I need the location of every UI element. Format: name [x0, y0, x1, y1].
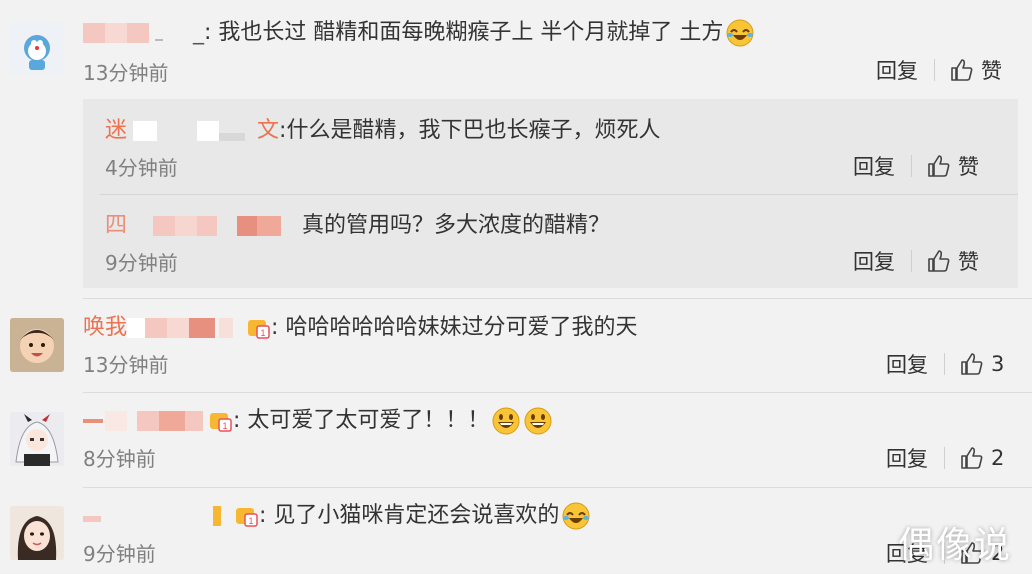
reply-content: 迷 文:什么是醋精，我下巴也长瘊子，烦死人	[105, 116, 660, 146]
reply-username[interactable]: 四	[105, 213, 127, 238]
laugh-cry-emoji-icon	[726, 19, 754, 47]
reply-text: 真的管用吗？多大浓度的醋精？	[302, 213, 611, 238]
reply-content: 四 真的管用吗？多大浓度的醋精？	[105, 211, 610, 241]
name-separator: :	[204, 20, 212, 45]
like-button[interactable]: 赞	[949, 55, 1002, 85]
reply-button[interactable]: 回复	[853, 246, 911, 276]
reply-divider	[100, 194, 1018, 195]
like-label: 赞	[958, 250, 979, 274]
comment-actions: 回复 3	[886, 349, 1004, 379]
like-label: 赞	[958, 155, 979, 179]
comment-item: _: 我也长过 醋精和面每晚糊瘊子上 半个月就掉了 土方 13分钟前 回复 赞	[0, 0, 1032, 99]
reply-button[interactable]: 回复	[853, 151, 911, 181]
username-mosaic[interactable]	[83, 21, 193, 45]
action-divider	[911, 250, 912, 272]
grin-emoji-icon	[492, 407, 520, 435]
reply-actions: 回复 赞	[853, 151, 979, 181]
username-mosaic	[127, 119, 257, 143]
reply-button[interactable]: 回复	[886, 349, 944, 379]
comment-content: 1: 太可爱了太可爱了！！！	[83, 406, 553, 436]
like-count: 3	[991, 352, 1005, 376]
svg-text:1: 1	[261, 328, 266, 338]
comment-text: 哈哈哈哈哈哈妹妹过分可爱了我的天	[285, 315, 638, 340]
username-mosaic	[127, 316, 245, 340]
grin-emoji-icon	[524, 407, 552, 435]
action-divider	[911, 155, 912, 177]
like-button[interactable]: 2	[959, 445, 1004, 471]
vip-badge-icon: 1	[245, 316, 271, 340]
comment-content: 1: 见了小猫咪肯定还会说喜欢的	[83, 501, 591, 531]
thumbs-up-icon	[928, 250, 950, 272]
comment-divider	[83, 298, 1032, 299]
comment-divider	[83, 392, 1032, 393]
avatar[interactable]	[10, 318, 64, 372]
comment-content: _: 我也长过 醋精和面每晚糊瘊子上 半个月就掉了 土方	[83, 18, 755, 48]
doraemon-avatar-icon	[10, 22, 64, 76]
comment-text: 我也长过 醋精和面每晚糊瘊子上 半个月就掉了 土方	[218, 20, 724, 45]
comment-actions: 回复 赞	[876, 55, 1002, 85]
svg-text:1: 1	[248, 516, 253, 526]
action-divider	[934, 59, 935, 81]
username-mosaic[interactable]	[83, 504, 233, 528]
reply-time: 4分钟前	[105, 156, 178, 180]
username-mosaic[interactable]	[83, 409, 207, 433]
reply-username[interactable]: 迷	[105, 118, 127, 143]
comment-time: 13分钟前	[83, 353, 169, 377]
comment-time: 13分钟前	[83, 61, 169, 85]
comment-text: 太可爱了太可爱了！！！	[247, 408, 490, 433]
username[interactable]: _	[193, 20, 204, 45]
comment-divider	[83, 487, 1032, 488]
comment-text: 见了小猫咪肯定还会说喜欢的	[273, 503, 560, 528]
username[interactable]: 唤我	[83, 315, 127, 340]
thumbs-up-icon	[961, 353, 983, 375]
vip-badge-icon: 1	[233, 504, 259, 528]
name-separator: :	[259, 503, 267, 528]
girl-avatar-icon	[10, 506, 64, 560]
username-mosaic	[127, 214, 302, 238]
thumbs-up-icon	[951, 59, 973, 81]
avatar[interactable]	[10, 412, 64, 466]
reply-text: 什么是醋精，我下巴也长瘊子，烦死人	[286, 118, 661, 143]
svg-text:1: 1	[222, 421, 227, 431]
thumbs-up-icon	[961, 447, 983, 469]
reply-username-tail[interactable]: 文	[257, 118, 279, 143]
reply-actions: 回复 赞	[853, 246, 979, 276]
like-button[interactable]: 3	[959, 351, 1004, 377]
anime-avatar-icon	[10, 412, 64, 466]
comment-actions: 回复 2	[886, 443, 1004, 473]
like-button[interactable]: 赞	[926, 151, 979, 181]
watermark: 偶像说	[897, 525, 1012, 566]
action-divider	[944, 447, 945, 469]
comment-content: 唤我 1: 哈哈哈哈哈哈妹妹过分可爱了我的天	[83, 313, 637, 343]
like-count: 2	[991, 446, 1005, 470]
laugh-cry-emoji-icon	[562, 502, 590, 530]
reply-time: 9分钟前	[105, 251, 178, 275]
name-separator: :	[233, 408, 241, 433]
like-button[interactable]: 赞	[926, 246, 979, 276]
comment-time: 9分钟前	[83, 542, 156, 566]
baby-avatar-icon	[10, 318, 64, 372]
reply-button[interactable]: 回复	[876, 55, 934, 85]
vip-badge-icon: 1	[207, 409, 233, 433]
reply-button[interactable]: 回复	[886, 443, 944, 473]
like-label: 赞	[981, 59, 1002, 83]
comment-time: 8分钟前	[83, 447, 156, 471]
name-separator: :	[271, 315, 279, 340]
action-divider	[944, 353, 945, 375]
avatar[interactable]	[10, 506, 64, 560]
thumbs-up-icon	[928, 155, 950, 177]
avatar[interactable]	[10, 22, 64, 76]
